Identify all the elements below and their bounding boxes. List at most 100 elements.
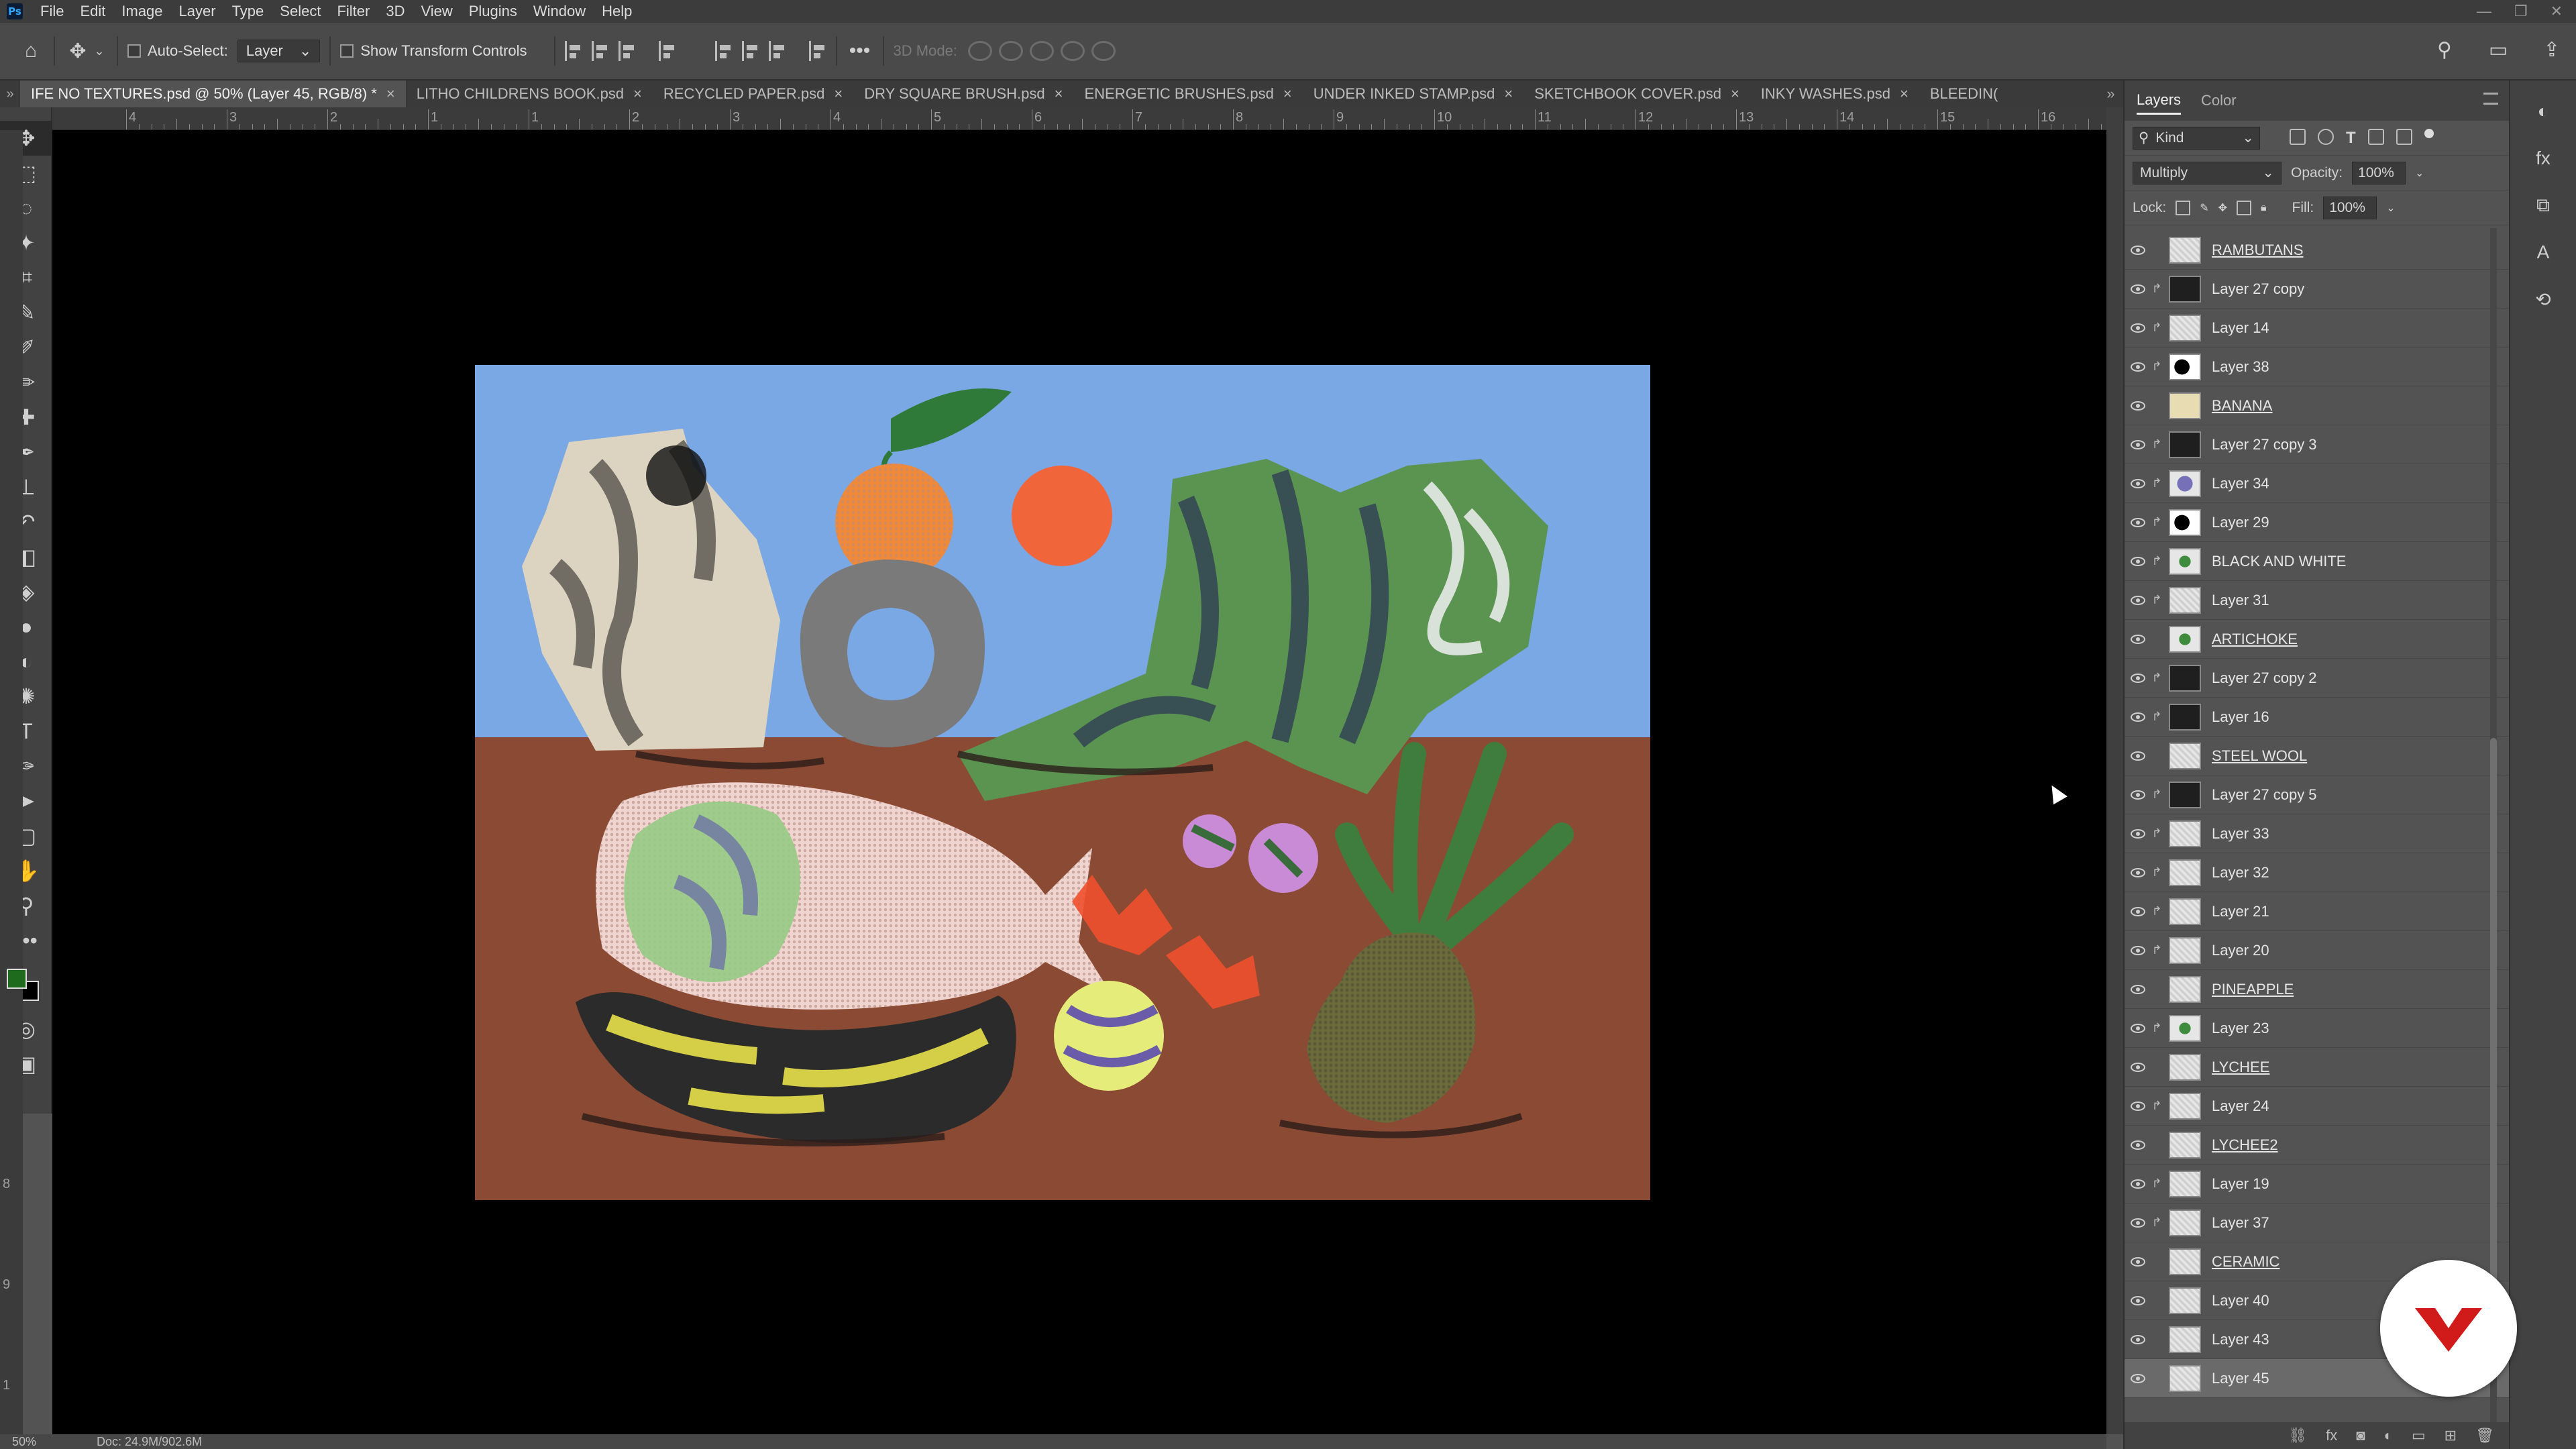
layer-thumbnail[interactable]: [2169, 820, 2201, 847]
lock-all-icon[interactable]: 🔒︎: [2261, 202, 2267, 214]
layer-row[interactable]: ↱ Layer 21: [2125, 892, 2510, 931]
search-icon[interactable]: ⚲: [2431, 36, 2458, 63]
layer-row[interactable]: ↱ Layer 29: [2125, 503, 2510, 542]
artwork-canvas[interactable]: [475, 365, 1650, 1200]
layer-thumbnail[interactable]: [2169, 1131, 2201, 1159]
visibility-eye-icon[interactable]: [2125, 1334, 2151, 1344]
menu-view[interactable]: View: [413, 3, 460, 20]
align-right-icon[interactable]: [618, 41, 636, 61]
chevron-down-icon[interactable]: ⌄: [2386, 201, 2395, 215]
filter-adjustment-icon[interactable]: [2318, 128, 2334, 145]
layer-row[interactable]: ↱ Layer 31: [2125, 581, 2510, 620]
tab-color[interactable]: Color: [2201, 88, 2237, 113]
layer-thumbnail[interactable]: [2169, 898, 2201, 925]
visibility-eye-icon[interactable]: [2125, 556, 2151, 566]
layer-thumbnail[interactable]: [2169, 586, 2201, 614]
layer-row[interactable]: ↱ Layer 19: [2125, 1165, 2510, 1203]
layer-thumbnail[interactable]: [2169, 314, 2201, 341]
visibility-eye-icon[interactable]: [2125, 790, 2151, 800]
lock-artboard-icon[interactable]: [2237, 200, 2252, 215]
restore-icon[interactable]: ❐: [2514, 3, 2528, 20]
menu-window[interactable]: Window: [525, 3, 594, 20]
lock-position-icon[interactable]: ✥: [2218, 201, 2227, 215]
filter-smart-object-icon[interactable]: [2396, 128, 2412, 145]
layer-row[interactable]: ↱ Layer 27 copy 3: [2125, 425, 2510, 464]
layer-thumbnail[interactable]: [2169, 1248, 2201, 1275]
adjustments-icon[interactable]: ◐: [2530, 101, 2557, 127]
layer-thumbnail[interactable]: [2169, 392, 2201, 419]
doc-size[interactable]: Doc: 24.9M/902.6M: [97, 1435, 202, 1449]
distribute-vertical-icon[interactable]: [808, 41, 826, 61]
layer-row[interactable]: LYCHEE: [2125, 1048, 2510, 1087]
tabs-overflow-icon[interactable]: »: [2098, 80, 2123, 107]
lock-image-icon[interactable]: ✎: [2200, 201, 2208, 215]
adjustment-layer-icon[interactable]: ◐: [2384, 1427, 2393, 1444]
align-top-icon[interactable]: [714, 41, 733, 61]
photoshop-logo-icon[interactable]: Ps: [7, 3, 23, 19]
document-tab[interactable]: DRY SQUARE BRUSH.psd ×: [853, 80, 1074, 107]
minimize-icon[interactable]: —: [2477, 3, 2491, 20]
layer-row[interactable]: ↱ Layer 16: [2125, 698, 2510, 737]
document-tab[interactable]: LITHO CHILDRENS BOOK.psd ×: [405, 80, 653, 107]
close-tab-icon[interactable]: ×: [1900, 85, 1909, 103]
menu-layer[interactable]: Layer: [171, 3, 224, 20]
document-tab[interactable]: BLEEDIN(: [1919, 80, 2009, 107]
home-icon[interactable]: ⌂: [17, 38, 44, 64]
auto-select-dropdown[interactable]: Layer ⌄: [237, 40, 321, 62]
layer-thumbnail[interactable]: [2169, 1326, 2201, 1353]
layer-row[interactable]: ↱ Layer 34: [2125, 464, 2510, 503]
layer-row[interactable]: ↱ Layer 33: [2125, 814, 2510, 853]
layer-row[interactable]: ↱ Layer 20: [2125, 931, 2510, 970]
visibility-eye-icon[interactable]: [2125, 1140, 2151, 1150]
filter-kind-dropdown[interactable]: ⚲ Kind ⌄: [2133, 126, 2260, 150]
opacity-input[interactable]: 100%: [2352, 161, 2406, 184]
visibility-eye-icon[interactable]: [2125, 1023, 2151, 1033]
align-left-icon[interactable]: [564, 41, 582, 61]
layer-thumbnail[interactable]: [2169, 936, 2201, 964]
layer-row[interactable]: ↱ Layer 27 copy: [2125, 270, 2510, 309]
layer-name[interactable]: Layer 31: [2212, 592, 2269, 609]
menu-edit[interactable]: Edit: [72, 3, 113, 20]
canvas-scrollbar[interactable]: [2106, 107, 2123, 1434]
visibility-eye-icon[interactable]: [2125, 478, 2151, 488]
lock-transparent-icon[interactable]: [2176, 200, 2191, 215]
align-bottom-icon[interactable]: [768, 41, 786, 61]
layer-thumbnail[interactable]: [2169, 664, 2201, 692]
layer-name[interactable]: ARTICHOKE: [2212, 631, 2298, 648]
layer-row[interactable]: ↱ Layer 38: [2125, 347, 2510, 386]
layer-style-icon[interactable]: fx: [2326, 1427, 2337, 1444]
visibility-eye-icon[interactable]: [2125, 1179, 2151, 1189]
layer-thumbnail[interactable]: [2169, 236, 2201, 264]
layer-thumbnail[interactable]: [2169, 1053, 2201, 1081]
close-tab-icon[interactable]: ×: [834, 85, 843, 103]
layer-name[interactable]: Layer 33: [2212, 825, 2269, 843]
blend-mode-dropdown[interactable]: Multiply ⌄: [2133, 161, 2282, 184]
chevron-down-icon[interactable]: ⌄: [2415, 166, 2424, 180]
layer-thumbnail[interactable]: [2169, 1170, 2201, 1197]
layer-name[interactable]: Layer 40: [2212, 1292, 2269, 1309]
layer-name[interactable]: STEEL WOOL: [2212, 747, 2307, 765]
history-icon[interactable]: ⟲: [2530, 288, 2557, 315]
visibility-eye-icon[interactable]: [2125, 1218, 2151, 1228]
filter-shape-icon[interactable]: [2367, 128, 2384, 145]
filter-pixel-icon[interactable]: [2290, 128, 2306, 145]
layer-name[interactable]: Layer 20: [2212, 942, 2269, 959]
visibility-eye-icon[interactable]: [2125, 362, 2151, 372]
document-tab[interactable]: SKETCHBOOK COVER.psd ×: [1523, 80, 1750, 107]
tab-layers[interactable]: Layers: [2137, 87, 2182, 115]
layer-name[interactable]: Layer 32: [2212, 864, 2269, 881]
visibility-eye-icon[interactable]: [2125, 595, 2151, 605]
layer-thumbnail[interactable]: [2169, 1092, 2201, 1120]
close-tab-icon[interactable]: ×: [386, 85, 395, 103]
layer-name[interactable]: Layer 43: [2212, 1331, 2269, 1348]
close-tab-icon[interactable]: ×: [1731, 85, 1739, 103]
menu-select[interactable]: Select: [272, 3, 329, 20]
layer-row[interactable]: ↱ Layer 24: [2125, 1087, 2510, 1126]
delete-layer-icon[interactable]: 🗑︎: [2475, 1427, 2494, 1444]
layer-thumbnail[interactable]: [2169, 742, 2201, 769]
layer-thumbnail[interactable]: [2169, 1014, 2201, 1042]
workspace-icon[interactable]: ▭: [2485, 36, 2512, 63]
layer-row[interactable]: RAMBUTANS: [2125, 231, 2510, 270]
layer-name[interactable]: Layer 14: [2212, 319, 2269, 337]
layer-name[interactable]: Layer 27 copy 2: [2212, 669, 2317, 687]
